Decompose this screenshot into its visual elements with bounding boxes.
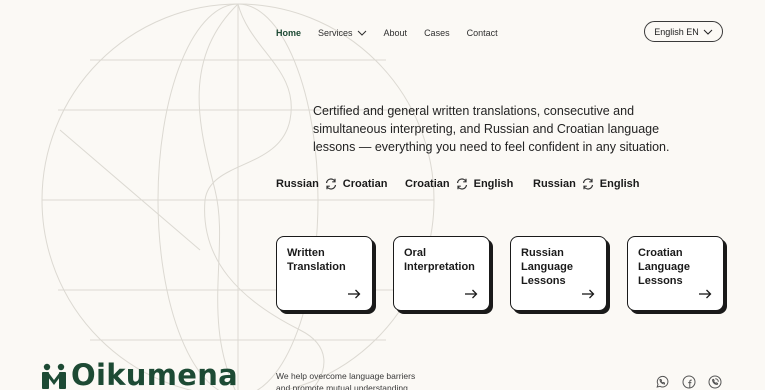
arrow-right-icon <box>465 289 478 299</box>
swap-icon <box>325 178 336 190</box>
nav-contact[interactable]: Contact <box>467 28 498 38</box>
card-title-line: Translation <box>287 261 346 273</box>
language-selector[interactable]: English EN <box>644 21 723 42</box>
tagline-line: We help overcome language barriers <box>276 371 416 381</box>
hero-description: Certified and general written translatio… <box>313 104 670 154</box>
nav-cases[interactable]: Cases <box>424 28 450 38</box>
tagline: We help overcome language barriers and p… <box>276 370 415 390</box>
service-card-oral-interpretation[interactable]: Oral Interpretation <box>393 236 490 311</box>
card-title: Croatian Language Lessons <box>638 246 690 288</box>
nav-services-label: Services <box>318 28 353 38</box>
pair-russian-english: Russian English <box>533 177 640 191</box>
brand-logo[interactable]: Oikumena <box>40 360 238 390</box>
pair-to: English <box>473 178 514 190</box>
card-title: Oral Interpretation <box>404 246 475 274</box>
card-title-line: Croatian <box>638 247 683 259</box>
pair-from: Croatian <box>405 178 450 190</box>
arrow-right-icon <box>699 289 712 299</box>
chevron-down-icon <box>703 29 713 35</box>
nav-contact-label: Contact <box>466 28 498 38</box>
logo-mark-icon <box>42 363 66 389</box>
card-title-line: Oral <box>404 247 427 259</box>
card-title-line: Language <box>638 261 690 273</box>
nav-about[interactable]: About <box>384 28 408 38</box>
service-card-written-translation[interactable]: Written Translation <box>276 236 373 311</box>
facebook-icon[interactable] <box>682 375 696 389</box>
logo-text: Oikumena <box>71 358 239 390</box>
card-title-line: Language <box>521 261 573 273</box>
service-card-russian-lessons[interactable]: Russian Language Lessons <box>510 236 607 311</box>
card-title-line: Russian <box>521 247 564 259</box>
card-title-line: Lessons <box>638 275 683 287</box>
card-title: Russian Language Lessons <box>521 246 573 288</box>
globe-background <box>41 3 435 390</box>
swap-icon <box>456 178 467 190</box>
whatsapp-icon[interactable] <box>655 375 669 389</box>
pair-to: Croatian <box>342 178 388 190</box>
pair-russian-croatian: Russian Croatian <box>276 177 387 191</box>
nav-cases-label: Cases <box>424 28 450 38</box>
chevron-down-icon <box>357 30 366 36</box>
card-title-line: Interpretation <box>404 261 475 273</box>
pair-to: English <box>599 178 640 190</box>
nav-home-label: Home <box>276 28 302 38</box>
nav-home[interactable]: Home <box>276 28 301 38</box>
card-title-line: Lessons <box>521 275 566 287</box>
language-label: English EN <box>654 26 699 37</box>
arrow-right-icon <box>348 289 361 299</box>
swap-icon <box>582 178 593 190</box>
tagline-line: and promote mutual understanding <box>276 383 408 390</box>
nav-services[interactable]: Services <box>318 28 367 38</box>
card-title: Written Translation <box>287 246 346 274</box>
pair-croatian-english: Croatian English <box>405 177 513 191</box>
viber-icon[interactable] <box>708 375 722 389</box>
card-title-line: Written <box>287 247 325 259</box>
arrow-right-icon <box>582 289 595 299</box>
pair-from: Russian <box>276 178 319 190</box>
nav-about-label: About <box>383 28 408 38</box>
pair-from: Russian <box>533 178 576 190</box>
service-card-croatian-lessons[interactable]: Croatian Language Lessons <box>627 236 724 311</box>
main-nav: Home Services About Cases Contact <box>276 26 515 40</box>
